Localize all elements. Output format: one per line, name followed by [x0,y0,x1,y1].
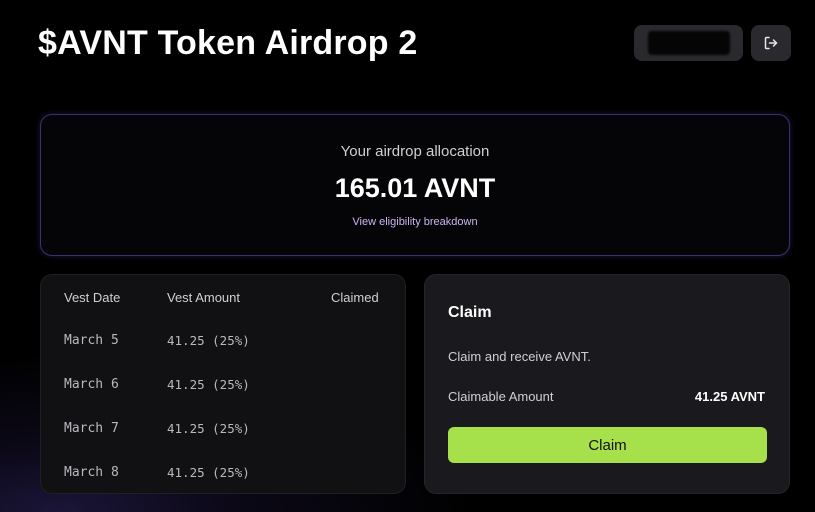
table-row: March 7 41.25 (25%) [41,421,405,441]
claim-title: Claim [448,304,492,321]
claim-description: Claim and receive AVNT. [448,349,591,364]
vest-amount: 41.25 (25%) [167,421,250,436]
claim-button[interactable]: Claim [448,427,767,463]
vest-date: March 6 [64,377,119,392]
wallet-button[interactable] [634,25,743,61]
logout-icon [764,36,778,50]
column-header-vest-amount: Vest Amount [167,290,240,305]
vest-date: March 8 [64,465,119,480]
table-row: March 5 41.25 (25%) [41,333,405,353]
vest-amount: 41.25 (25%) [167,377,250,392]
vesting-table: Vest Date Vest Amount Claimed March 5 41… [40,274,406,494]
column-header-vest-date: Vest Date [64,290,121,305]
eligibility-breakdown-link[interactable]: View eligibility breakdown [41,216,789,228]
table-row: March 8 41.25 (25%) [41,465,405,485]
vest-amount: 41.25 (25%) [167,333,250,348]
allocation-label: Your airdrop allocation [340,143,490,160]
wallet-address-redacted [648,31,730,55]
column-header-claimed: Claimed [331,290,379,305]
allocation-card: Your airdrop allocation 165.01 AVNT View… [40,114,790,256]
vest-date: March 5 [64,333,119,348]
page-title: $AVNT Token Airdrop 2 [38,24,418,62]
logout-button[interactable] [751,25,791,61]
table-row: March 6 41.25 (25%) [41,377,405,397]
claimable-amount-value: 41.25 AVNT [694,389,765,404]
claim-card: Claim Claim and receive AVNT. Claimable … [424,274,790,494]
claimable-amount-label: Claimable Amount [448,389,554,404]
vest-date: March 7 [64,421,119,436]
vest-amount: 41.25 (25%) [167,465,250,480]
allocation-amount: 165.01 AVNT [334,173,496,203]
